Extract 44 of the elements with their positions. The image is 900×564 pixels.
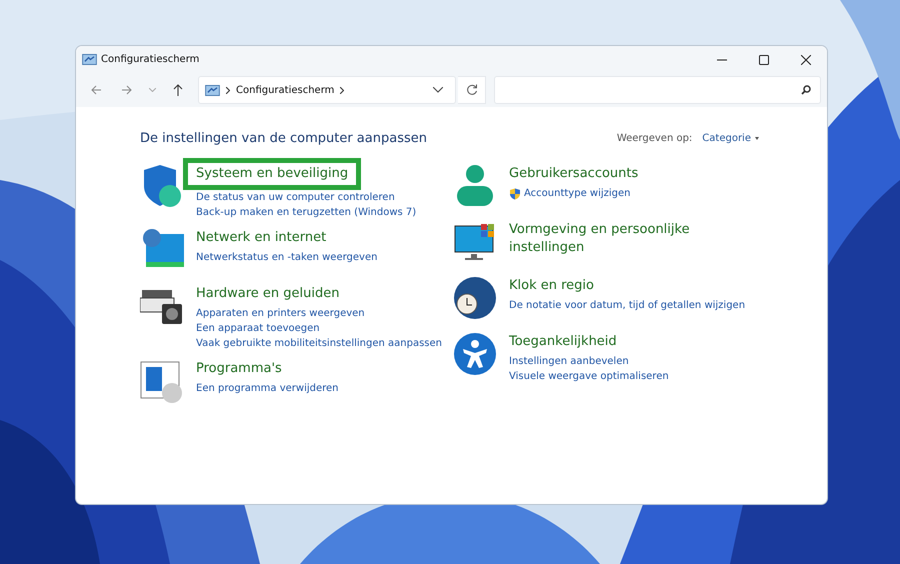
- category-title[interactable]: Vormgeving en persoonlijke instellingen: [509, 221, 719, 257]
- refresh-button[interactable]: [458, 76, 486, 104]
- close-icon: [801, 54, 811, 64]
- category-title[interactable]: Hardware en geluiden: [196, 285, 366, 303]
- dropdown-icon[interactable]: [433, 87, 443, 93]
- window-title: Configuratiescherm: [101, 54, 200, 65]
- task-link[interactable]: Back-up maken en terugzetten (Windows 7): [196, 205, 416, 220]
- accessibility-icon: [453, 332, 497, 376]
- task-link[interactable]: De notatie voor datum, tijd of getallen wijzigen: [509, 298, 746, 313]
- forward-arrow-icon: [120, 85, 132, 95]
- category-title[interactable]: Klok en regio: [509, 277, 594, 295]
- search-icon: [801, 85, 811, 95]
- address-bar[interactable]: Configuratiescherm: [198, 76, 456, 104]
- category-title[interactable]: Programma's: [196, 360, 366, 378]
- task-link[interactable]: Instellingen aanbevelen: [509, 354, 629, 369]
- category-title[interactable]: Netwerk en internet: [196, 229, 366, 247]
- category-title[interactable]: Systeem en beveiliging: [183, 158, 362, 190]
- up-arrow-icon: [173, 84, 183, 96]
- control-panel-icon: [82, 54, 97, 65]
- chevron-right-icon: [226, 86, 230, 94]
- task-link[interactable]: Netwerkstatus en -taken weergeven: [196, 250, 378, 265]
- chevron-right-icon: [340, 86, 344, 94]
- maximize-icon: [759, 54, 769, 64]
- caret-icon: [755, 137, 759, 140]
- task-link[interactable]: Een apparaat toevoegen: [196, 321, 320, 336]
- view-by-label: Weergeven op:: [616, 133, 692, 144]
- category-title[interactable]: Gebruikersaccounts: [509, 165, 638, 183]
- task-link[interactable]: Apparaten en printers weergeven: [196, 306, 365, 321]
- programs-icon: [140, 359, 184, 403]
- breadcrumb-item[interactable]: Configuratiescherm: [236, 84, 334, 96]
- clock-globe-icon: [453, 276, 497, 320]
- task-link[interactable]: Accounttype wijzigen: [524, 186, 630, 201]
- task-link[interactable]: De status van uw computer controleren: [196, 190, 395, 205]
- control-panel-icon: [205, 84, 220, 96]
- search-field[interactable]: [494, 76, 821, 104]
- category-title[interactable]: Toegankelijkheid: [509, 333, 617, 351]
- refresh-icon: [466, 84, 478, 96]
- task-link[interactable]: Vaak gebruikte mobiliteitsinstellingen aanpassen: [196, 336, 442, 351]
- chevron-down-icon: [148, 88, 156, 92]
- task-link[interactable]: Een programma verwijderen: [196, 381, 339, 396]
- back-arrow-icon: [90, 85, 102, 95]
- task-link[interactable]: Visuele weergave optimaliseren: [509, 369, 669, 384]
- view-by-dropdown[interactable]: Categorie: [702, 133, 759, 144]
- page-heading: De instellingen van de computer aanpassen: [140, 131, 427, 146]
